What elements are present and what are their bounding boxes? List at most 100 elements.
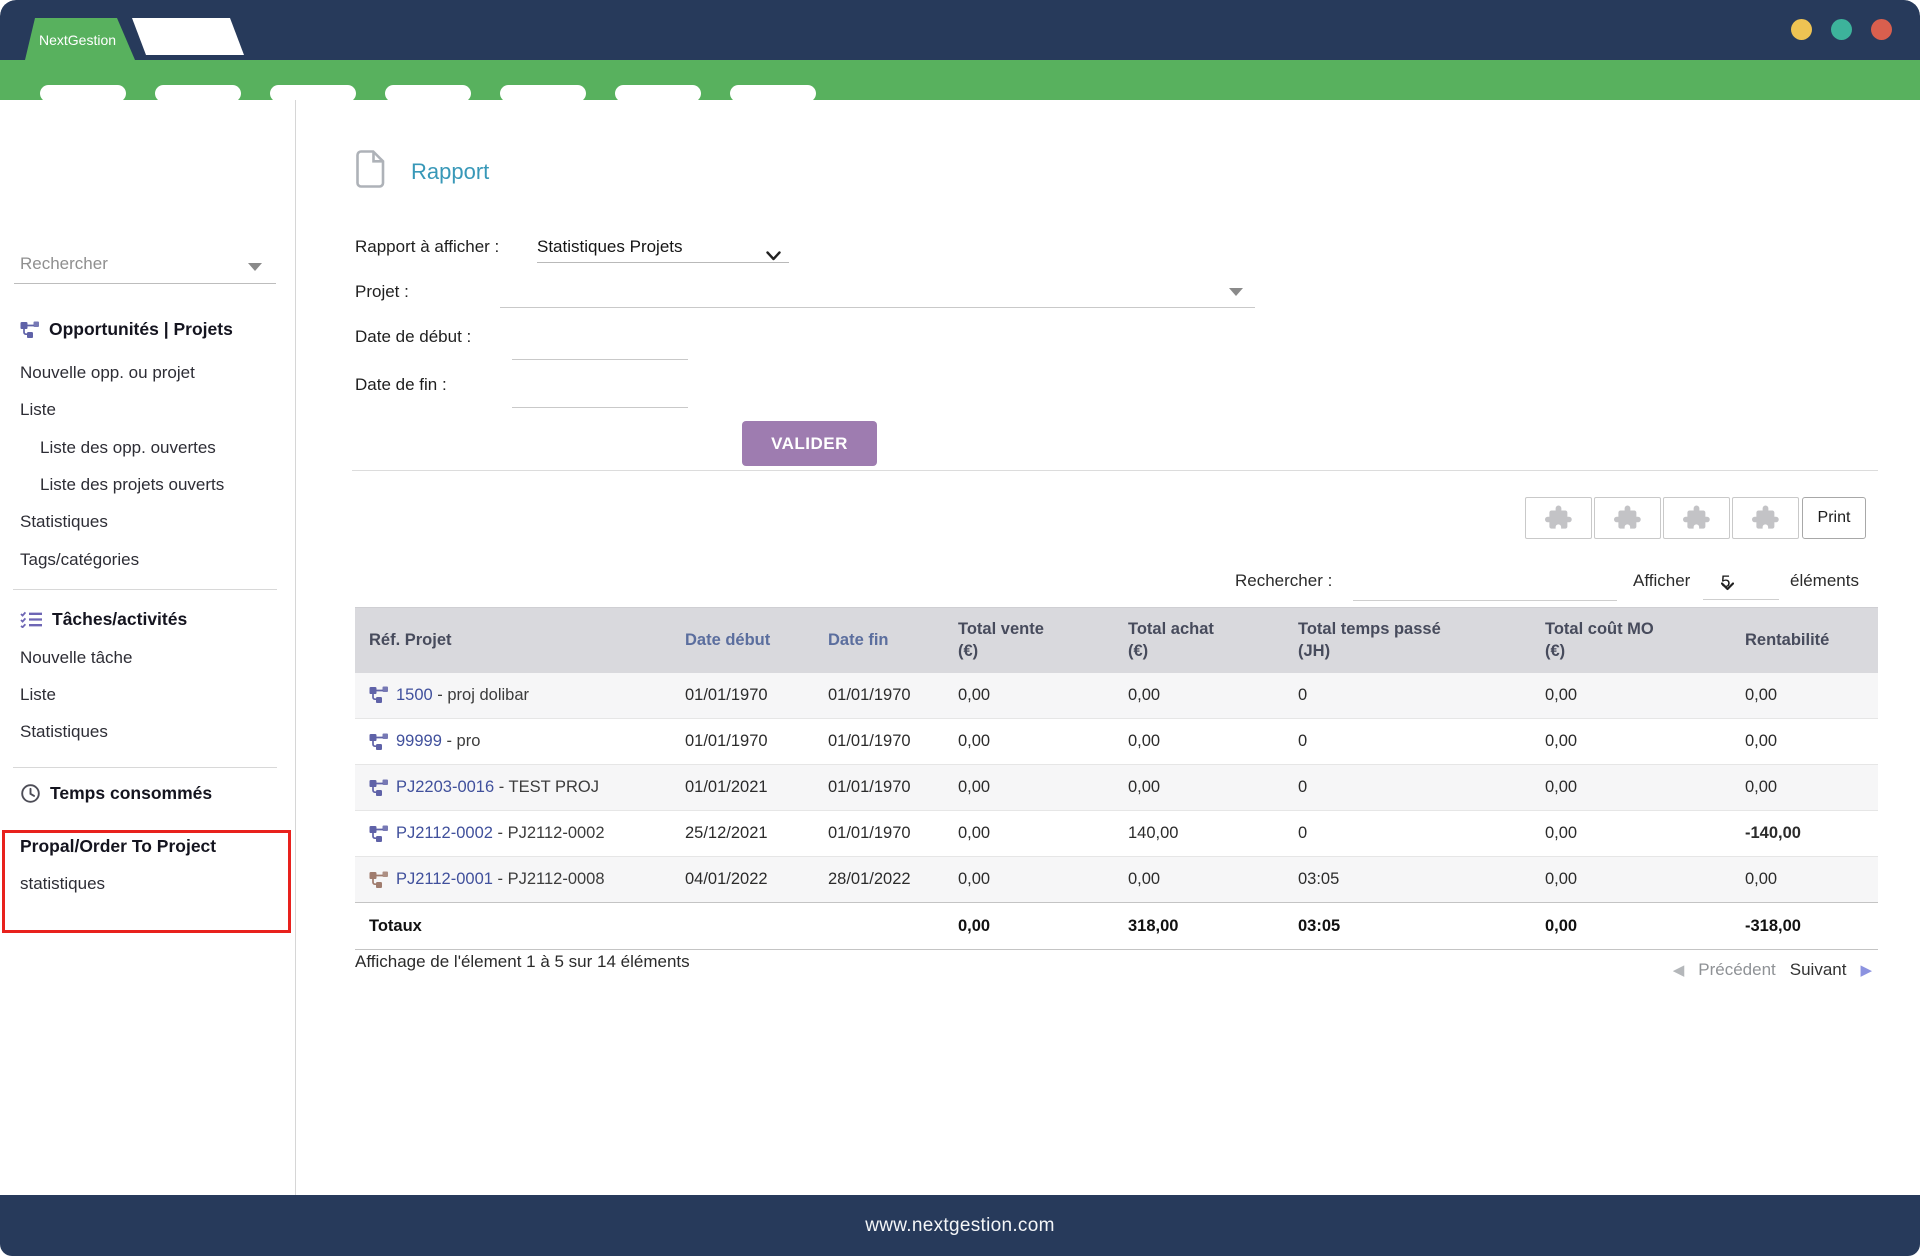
temps-passe-cell: 0 xyxy=(1290,719,1537,765)
project-link[interactable]: PJ2203-0016 xyxy=(396,778,494,796)
previous-arrow-icon[interactable]: ◀ xyxy=(1673,963,1685,978)
project-link[interactable]: PJ2112-0002 xyxy=(396,824,493,842)
table-row: PJ2203-0016 - TEST PROJ01/01/202101/01/1… xyxy=(355,765,1878,811)
sidebar-section-2-title[interactable]: Tâches/activités xyxy=(20,609,187,630)
column-header[interactable]: Rentabilité xyxy=(1732,608,1878,673)
sitemap-icon xyxy=(20,321,40,339)
column-header[interactable]: Total vente(€) xyxy=(950,608,1120,673)
clock-icon xyxy=(20,783,41,804)
previous-button[interactable]: Précédent xyxy=(1698,960,1776,980)
sidebar-item[interactable]: Tags/catégories xyxy=(20,550,139,570)
sidebar-item[interactable]: Liste des opp. ouvertes xyxy=(40,438,216,458)
submit-button[interactable]: VALIDER xyxy=(742,421,877,466)
secondary-tab[interactable] xyxy=(132,18,244,55)
table-search-label: Rechercher : xyxy=(1235,571,1332,591)
sidebar-search-input[interactable]: Rechercher xyxy=(20,254,108,274)
sitemap-icon xyxy=(369,779,389,797)
column-header[interactable]: Date fin xyxy=(820,608,950,673)
page-title: Rapport xyxy=(411,159,489,185)
cout-mo-cell: 0,00 xyxy=(1537,719,1732,765)
export-button-2[interactable] xyxy=(1594,497,1661,539)
report-type-select[interactable]: Statistiques Projets xyxy=(537,233,789,263)
date-start-label: Date de début : xyxy=(355,327,471,347)
sidebar-section-1-title[interactable]: Opportunités | Projets xyxy=(20,319,233,340)
highlight-red-box xyxy=(2,830,291,933)
table-row: PJ2112-0002 - PJ2112-000225/12/202101/01… xyxy=(355,811,1878,857)
sidebar-section-3-title[interactable]: Temps consommés xyxy=(20,783,212,804)
tasks-icon xyxy=(20,611,43,628)
close-button[interactable] xyxy=(1871,19,1892,40)
sidebar-item[interactable]: Statistiques xyxy=(20,512,108,532)
project-label-text: - PJ2112-0002 xyxy=(493,824,605,842)
export-button-1[interactable] xyxy=(1525,497,1592,539)
table-search-input[interactable] xyxy=(1355,574,1613,598)
total-achat-cell: 140,00 xyxy=(1120,811,1290,857)
total-vente-cell: 0,00 xyxy=(950,719,1120,765)
maximize-button[interactable] xyxy=(1831,19,1852,40)
chevron-down-icon[interactable] xyxy=(248,263,262,271)
date-end-label: Date de fin : xyxy=(355,375,447,395)
app-window: NextGestion Rechercher Opportunités | Pr… xyxy=(0,0,1920,1256)
sitemap-icon xyxy=(369,871,389,889)
temps-passe-cell: 0 xyxy=(1290,765,1537,811)
divider xyxy=(13,767,277,768)
column-header[interactable]: Date début xyxy=(675,608,820,673)
chevron-down-icon xyxy=(766,242,781,270)
table-info: Affichage de l'élement 1 à 5 sur 14 élém… xyxy=(355,952,690,972)
nav-item-placeholder[interactable] xyxy=(385,85,471,102)
nav-item-placeholder[interactable] xyxy=(500,85,586,102)
brand-tab[interactable]: NextGestion xyxy=(25,18,135,60)
length-select[interactable]: 5 xyxy=(1703,568,1779,600)
column-header[interactable]: Total temps passé(JH) xyxy=(1290,608,1537,673)
project-link[interactable]: PJ2112-0001 xyxy=(396,870,493,888)
sidebar-item[interactable]: Liste des projets ouverts xyxy=(40,475,224,495)
total-vente-cell: 0,00 xyxy=(950,673,1120,719)
project-label-text: - TEST PROJ xyxy=(494,778,599,796)
total-achat-cell: 0,00 xyxy=(1120,673,1290,719)
sidebar-item[interactable]: Liste xyxy=(20,400,56,420)
minimize-button[interactable] xyxy=(1791,19,1812,40)
column-header[interactable]: Total achat(€) xyxy=(1120,608,1290,673)
sidebar-item[interactable]: Liste xyxy=(20,685,56,705)
project-select[interactable] xyxy=(500,278,1255,308)
cout-mo-cell: 0,00 xyxy=(1537,857,1732,903)
totals-achat: 318,00 xyxy=(1120,903,1290,950)
report-type-label: Rapport à afficher : xyxy=(355,237,499,257)
table-row: 1500 - proj dolibar01/01/197001/01/19700… xyxy=(355,673,1878,719)
sitemap-icon xyxy=(369,733,389,751)
cout-mo-cell: 0,00 xyxy=(1537,765,1732,811)
date-fin-cell: 01/01/1970 xyxy=(820,673,950,719)
footer-url: www.nextgestion.com xyxy=(865,1215,1054,1237)
totals-rentabilite: -318,00 xyxy=(1732,903,1878,950)
date-end-input[interactable] xyxy=(512,380,688,408)
total-vente-cell: 0,00 xyxy=(950,811,1120,857)
sitemap-icon xyxy=(369,825,389,843)
sidebar-item[interactable]: Statistiques xyxy=(20,722,108,742)
date-debut-cell: 01/01/1970 xyxy=(675,719,820,765)
nav-item-placeholder[interactable] xyxy=(615,85,701,102)
nav-item-placeholder[interactable] xyxy=(730,85,816,102)
print-button[interactable]: Print xyxy=(1802,497,1866,539)
export-button-3[interactable] xyxy=(1663,497,1730,539)
triangle-down-icon xyxy=(1229,288,1243,296)
next-arrow-icon[interactable]: ▶ xyxy=(1860,963,1872,978)
project-link[interactable]: 1500 xyxy=(396,686,433,704)
cout-mo-cell: 0,00 xyxy=(1537,673,1732,719)
date-start-input[interactable] xyxy=(512,332,688,360)
next-button[interactable]: Suivant xyxy=(1790,960,1847,980)
column-header[interactable]: Total coût MO(€) xyxy=(1537,608,1732,673)
column-header[interactable]: Réf. Projet xyxy=(355,608,675,673)
footer: www.nextgestion.com xyxy=(0,1195,1920,1256)
date-debut-cell: 01/01/2021 xyxy=(675,765,820,811)
sidebar-item[interactable]: Nouvelle tâche xyxy=(20,648,132,668)
chevron-down-icon xyxy=(1721,576,1767,596)
total-achat-cell: 0,00 xyxy=(1120,719,1290,765)
rentabilite-cell: -140,00 xyxy=(1732,811,1878,857)
export-button-4[interactable] xyxy=(1732,497,1799,539)
project-link[interactable]: 99999 xyxy=(396,732,442,750)
rentabilite-cell: 0,00 xyxy=(1732,673,1878,719)
rentabilite-cell: 0,00 xyxy=(1732,765,1878,811)
temps-passe-cell: 03:05 xyxy=(1290,857,1537,903)
sidebar-item[interactable]: Nouvelle opp. ou projet xyxy=(20,363,195,383)
totals-row: Totaux0,00318,0003:050,00-318,00 xyxy=(355,903,1878,950)
